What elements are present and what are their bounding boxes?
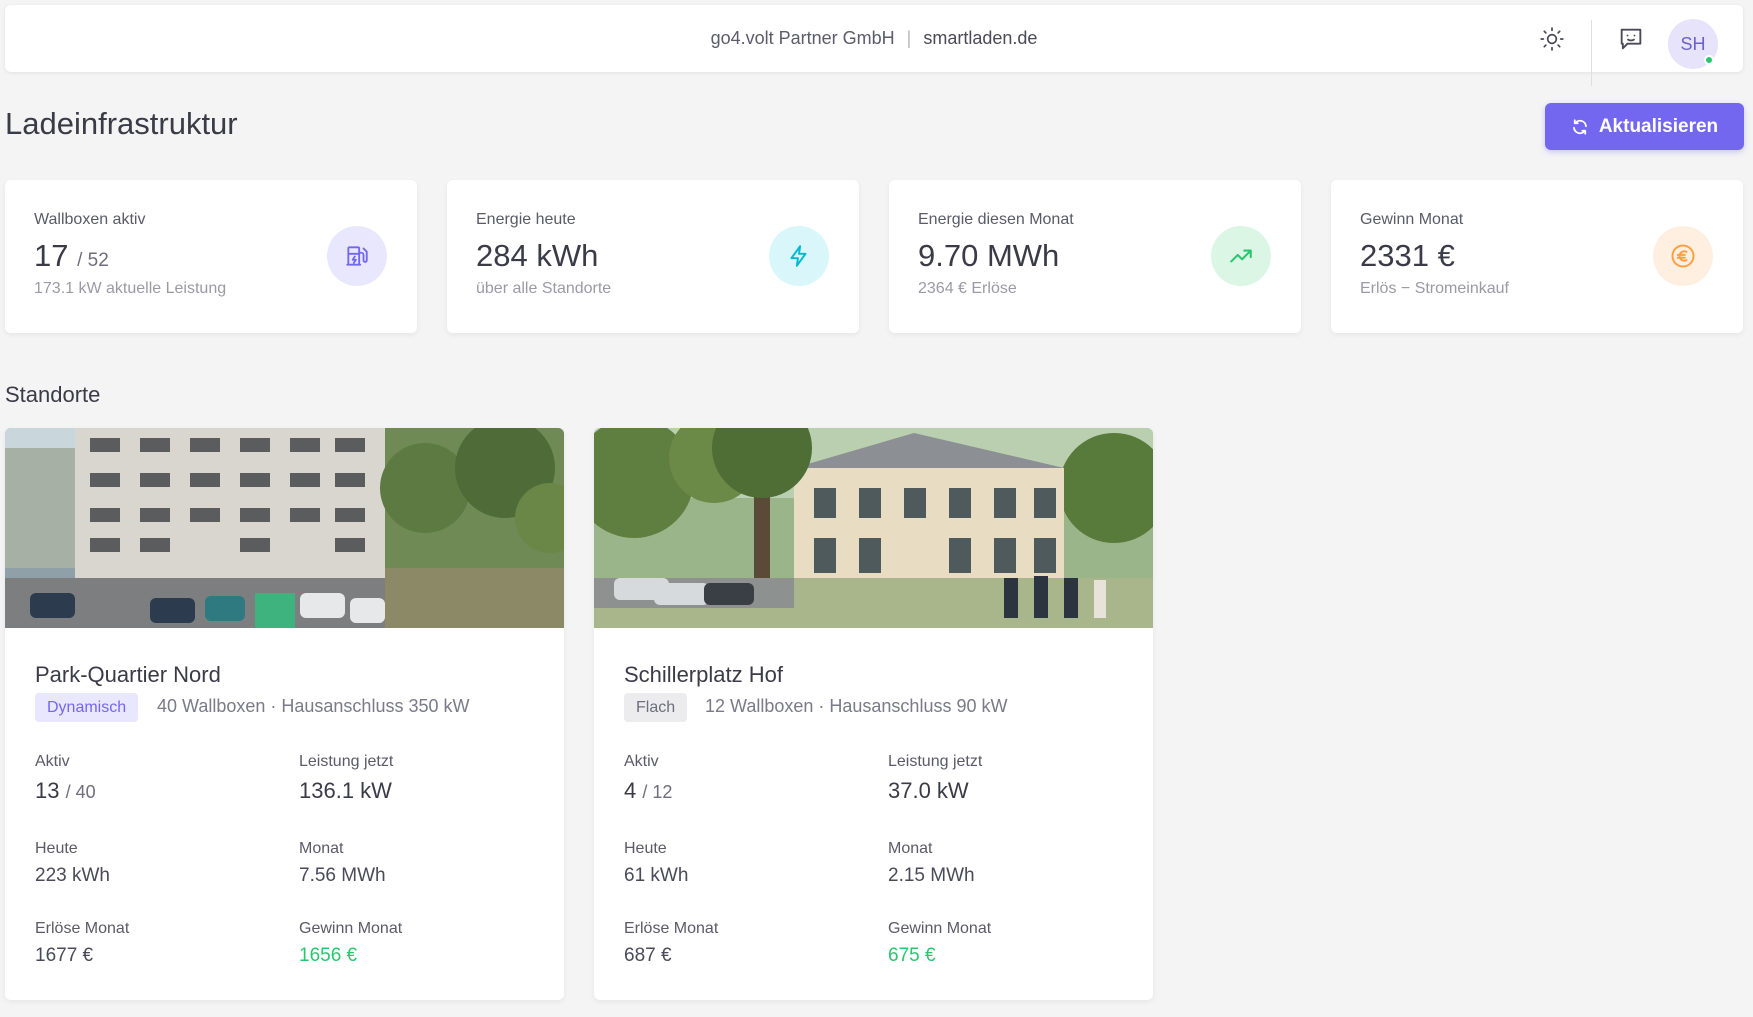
stat-value-month: 7.56 MWh [299,865,386,886]
stat-label-power: Leistung jetzt [299,753,394,770]
active-total: / 12 [642,782,673,802]
chat-button[interactable] [1614,22,1648,56]
kpi-card-wallboxes: Wallboxen aktiv 17 / 52 173.1 kW aktuell… [5,180,417,333]
kpi-card-energy-today: Energie heute 284 kWh über alle Standort… [447,180,859,333]
kpi-badge [769,226,829,286]
tariff-badge: Flach [624,693,688,722]
stat-label-revenue: Erlöse Monat [624,920,719,937]
location-card[interactable]: Schillerplatz Hof Flach 12 Wallboxen · H… [594,428,1153,1000]
stat-label-today: Heute [35,840,78,857]
location-name: Schillerplatz Hof [624,662,783,687]
location-photo [594,428,1153,628]
stat-value-power: 136.1 kW [299,778,392,803]
stat-label-profit: Gewinn Monat [299,920,403,937]
kpi-value: 284 kWh [476,238,599,273]
stat-value-revenue: 1677 € [35,945,94,966]
refresh-button[interactable]: Aktualisieren [1545,103,1744,150]
refresh-icon [1572,118,1587,135]
kpi-badge [1653,226,1713,286]
stat-label-month: Monat [888,840,933,857]
kpi-description: über alle Standorte [476,280,612,297]
trending-up-icon [1230,249,1252,263]
stat-value-today: 223 kWh [35,865,110,886]
kpi-label: Energie heute [476,211,576,228]
active-total: / 40 [65,782,96,802]
tariff-badge: Dynamisch [35,693,139,722]
header-divider [1591,20,1592,86]
stat-value-month: 2.15 MWh [888,865,975,886]
ev-station-icon [346,246,368,266]
location-meta: 40 Wallboxen · Hausanschluss 350 kW [157,696,470,716]
org-info: go4.volt Partner GmbH | smartladen.de [5,5,1743,72]
kpi-description: 173.1 kW aktuelle Leistung [34,280,227,297]
page-title: Ladeinfrastruktur [5,106,238,141]
stat-value-power: 37.0 kW [888,778,969,803]
kpi-label: Gewinn Monat [1360,211,1464,228]
stat-label-active: Aktiv [624,753,659,770]
kpi-description: Erlös − Stromeinkauf [1360,280,1509,297]
theme-toggle-button[interactable] [1535,22,1569,56]
location-meta: 12 Wallboxen · Hausanschluss 90 kW [705,696,1008,716]
stat-value-profit: 1656 € [299,945,358,966]
euro-icon [1671,244,1695,268]
stat-value-active: 13 / 40 [35,778,96,804]
stat-label-power: Leistung jetzt [888,753,983,770]
active-count: 13 [35,778,60,803]
kpi-value: 2331 € [1360,238,1455,273]
kpi-badge [1211,226,1271,286]
avatar[interactable]: SH [1668,19,1718,69]
sun-icon [1540,27,1564,51]
avatar-initials: SH [1680,33,1706,54]
org-separator: | [906,28,912,48]
stat-value-revenue: 687 € [624,945,672,966]
kpi-value: 9.70 MWh [918,238,1060,273]
active-count: 4 [624,778,637,803]
site-name: smartladen.de [923,28,1038,48]
kpi-label: Energie diesen Monat [918,211,1074,228]
stat-value-profit: 675 € [888,945,936,966]
company-name: go4.volt Partner GmbH [710,28,895,48]
location-name: Park-Quartier Nord [35,662,221,687]
refresh-label: Aktualisieren [1598,115,1719,137]
lightning-icon [790,245,807,267]
stat-value-active: 4 / 12 [624,778,672,804]
stat-label-active: Aktiv [35,753,70,770]
section-title: Standorte [5,382,101,407]
kpi-description: 2364 € Erlöse [918,280,1017,297]
stat-label-profit: Gewinn Monat [888,920,992,937]
kpi-card-energy-month: Energie diesen Monat 9.70 MWh 2364 € Erl… [889,180,1301,333]
location-card[interactable]: Park-Quartier Nord Dynamisch 40 Wallboxe… [5,428,564,1000]
location-photo [5,428,564,628]
top-bar: go4.volt Partner GmbH | smartladen.de SH [5,5,1743,72]
stat-label-month: Monat [299,840,344,857]
kpi-value-total: / 52 [77,250,109,271]
kpi-badge [327,226,387,286]
stat-value-today: 61 kWh [624,865,689,886]
stat-label-today: Heute [624,840,667,857]
chat-icon [1620,28,1642,50]
kpi-label: Wallboxen aktiv [34,211,146,228]
online-status-dot [1704,55,1714,65]
kpi-value-main: 17 [34,238,69,273]
stat-label-revenue: Erlöse Monat [35,920,130,937]
kpi-value: 17 / 52 [34,238,109,274]
kpi-card-profit: Gewinn Monat 2331 € Erlös − Stromeinkauf [1331,180,1743,333]
